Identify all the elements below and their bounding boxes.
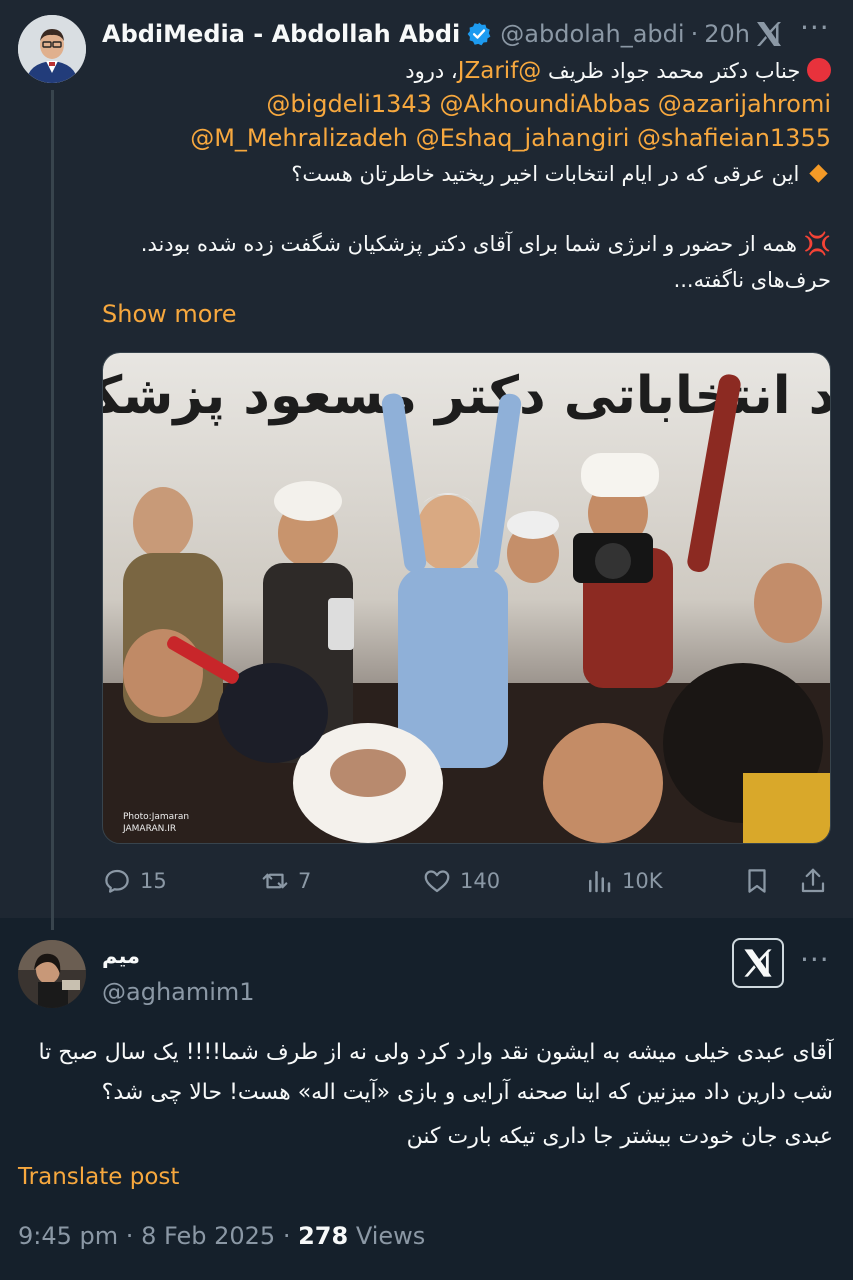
reply-date[interactable]: 8 Feb 2025 <box>141 1222 275 1250</box>
more-icon[interactable]: ··· <box>800 14 830 42</box>
header-separator: · <box>690 20 699 48</box>
author-handle[interactable]: @abdolah_abdi <box>500 20 684 48</box>
reply-display-name[interactable]: میم <box>102 944 140 968</box>
reply-time[interactable]: 9:45 pm <box>18 1222 118 1250</box>
tweet-photo[interactable]: ستاد انتخاباتی دکتر مسعود پزشکیان Photo:… <box>102 352 831 844</box>
reply-timestamp: 9:45 pm · 8 Feb 2025 · 278 Views <box>18 1222 425 1250</box>
tweet-line-1-suffix: ، درود <box>405 59 458 83</box>
reply-handle[interactable]: @aghamim1 <box>102 978 255 1006</box>
mention-jzarif[interactable]: @JZarif <box>458 58 542 84</box>
reply-line-1: آقای عبدی خیلی میشه به ایشون نقد وارد کر… <box>38 1040 833 1065</box>
tweet-line-4: حرف‌های ناگفته... <box>673 268 831 292</box>
reply-more-icon[interactable]: ··· <box>800 946 830 974</box>
share-icon <box>801 868 825 893</box>
bookmark-button[interactable] <box>742 866 780 896</box>
like-icon <box>424 870 450 893</box>
tweet-line-2-text: این عرقی که در ایام انتخابات اخیر ریختید… <box>291 162 800 186</box>
views-button[interactable]: 10K <box>584 866 663 896</box>
reply-icon <box>105 869 129 893</box>
thread-line <box>51 90 54 930</box>
reply-views-count: 278 <box>298 1222 349 1250</box>
reply-header: میم <box>102 944 140 968</box>
bookmark-icon <box>748 869 766 893</box>
tweet-header: AbdiMedia - Abdollah Abdi @abdolah_abdi … <box>102 16 750 52</box>
tweet-line-2: این عرقی که در ایام انتخابات اخیر ریختید… <box>291 162 831 186</box>
timestamp-dot: · <box>125 1222 134 1250</box>
repost-button[interactable]: 7 <box>260 866 311 896</box>
reply-button[interactable]: 15 <box>102 866 167 896</box>
x-logo-icon <box>752 18 786 50</box>
translate-post-link[interactable]: Translate post <box>18 1164 179 1190</box>
tweet-line-1-text: جناب دکتر محمد جواد ظریف <box>541 59 801 83</box>
reply-views-label: Views <box>355 1222 426 1250</box>
share-button[interactable] <box>798 866 836 896</box>
reply-count: 15 <box>140 869 167 893</box>
orange-diamond-icon <box>809 164 828 183</box>
tweet-line-3-text: همه از حضور و انرژی شما برای آقای دکتر پ… <box>140 232 797 256</box>
show-more-link[interactable]: Show more <box>102 300 237 328</box>
reply-author-avatar[interactable] <box>18 940 86 1008</box>
author-avatar[interactable] <box>18 15 86 83</box>
reply-line-2: شب دارین داد میزنین که اینا صحنه آرایی و… <box>101 1080 833 1105</box>
mentions-line-1[interactable]: @bigdeli1343 @AkhoundiAbbas @azarijahrom… <box>266 90 831 118</box>
like-button[interactable]: 140 <box>422 866 500 896</box>
tweet-actions: 15 7 140 10K <box>102 866 832 900</box>
reply-line-3: عبدی جان خودت بیشتر جا داری تیکه بارت کن… <box>406 1124 833 1149</box>
anger-icon: 💢 <box>803 232 831 257</box>
mentions-line-2[interactable]: @M_Mehralizadeh @Eshaq_jahangiri @shafie… <box>190 124 831 152</box>
photo-credit-site: JAMARAN.IR <box>122 824 176 834</box>
timestamp-dot: · <box>282 1222 291 1250</box>
views-icon <box>589 871 611 893</box>
author-display-name[interactable]: AbdiMedia - Abdollah Abdi <box>102 20 460 48</box>
views-count: 10K <box>622 869 663 893</box>
repost-count: 7 <box>298 869 312 893</box>
x-logo-icon <box>732 938 784 988</box>
verified-badge-icon[interactable] <box>466 21 492 47</box>
tweet-line-1: جناب دکتر محمد جواد ظریف @JZarif، درود <box>405 58 831 84</box>
red-circle-icon <box>807 58 831 82</box>
repost-icon <box>262 873 288 889</box>
tweet-line-3: 💢 همه از حضور و انرژی شما برای آقای دکتر… <box>141 232 831 257</box>
tweet-time[interactable]: 20h <box>704 20 750 48</box>
like-count: 140 <box>460 869 501 893</box>
photo-credit: Photo:Jamaran <box>123 812 189 822</box>
